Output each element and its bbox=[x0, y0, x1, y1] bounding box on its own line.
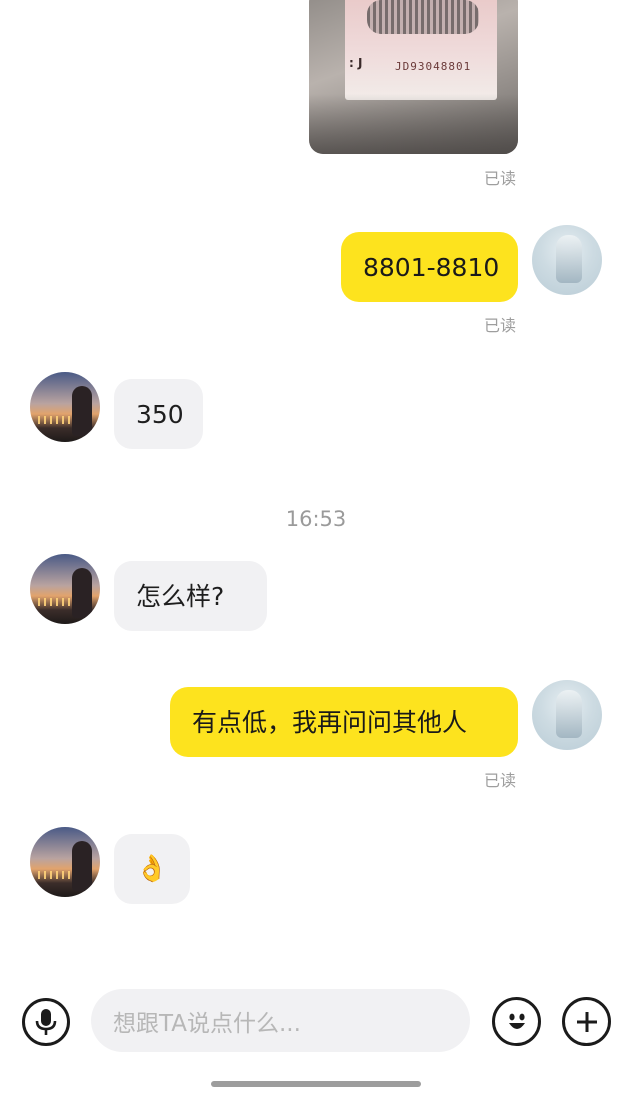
image-message[interactable]: : J JD93048801 bbox=[309, 0, 518, 154]
my-avatar[interactable] bbox=[532, 680, 602, 750]
sent-message-bubble[interactable]: 8801-8810 bbox=[341, 232, 518, 302]
received-message-bubble[interactable]: 怎么样? bbox=[114, 561, 267, 631]
contact-avatar[interactable] bbox=[30, 372, 100, 442]
banknote-marks: : J bbox=[349, 56, 363, 70]
message-input-placeholder: 想跟TA说点什么... bbox=[113, 1010, 301, 1037]
read-receipt: 已读 bbox=[484, 316, 517, 335]
smiley-icon bbox=[508, 1013, 525, 1029]
contact-avatar[interactable] bbox=[30, 554, 100, 624]
message-timestamp: 16:53 bbox=[285, 507, 347, 531]
read-receipt: 已读 bbox=[484, 771, 517, 790]
more-button[interactable] bbox=[562, 997, 611, 1046]
banknote-pattern bbox=[367, 0, 479, 34]
message-input[interactable]: 想跟TA说点什么... bbox=[91, 989, 470, 1052]
my-avatar[interactable] bbox=[532, 225, 602, 295]
read-receipt: 已读 bbox=[484, 169, 517, 188]
voice-button[interactable] bbox=[22, 998, 70, 1046]
contact-avatar[interactable] bbox=[30, 827, 100, 897]
received-message-bubble[interactable]: 350 bbox=[114, 379, 203, 449]
received-message-bubble[interactable]: 👌 bbox=[114, 834, 190, 904]
microphone-icon bbox=[35, 1009, 57, 1035]
sent-message-bubble[interactable]: 有点低，我再问问其他人 bbox=[170, 687, 518, 757]
plus-icon bbox=[576, 1011, 597, 1032]
emoji-button[interactable] bbox=[492, 997, 541, 1046]
home-indicator[interactable] bbox=[211, 1081, 421, 1087]
banknote-serial: JD93048801 bbox=[395, 60, 472, 73]
